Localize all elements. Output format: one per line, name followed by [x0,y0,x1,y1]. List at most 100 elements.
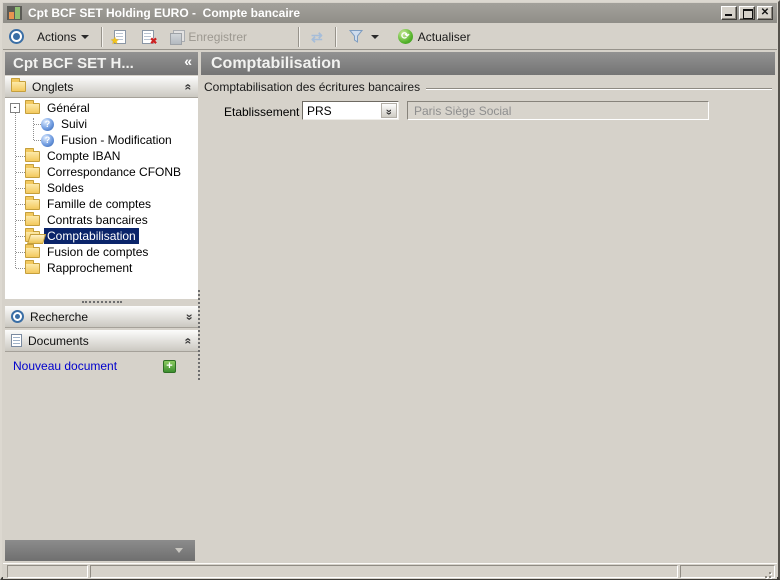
folder-icon [25,195,40,210]
tree-item-label: Fusion de comptes [47,245,149,259]
folder-icon [25,243,40,258]
tree-guide [16,220,25,221]
tree-item-label: Comptabilisation [44,228,139,244]
tree-item-label: Fusion - Modification [61,133,172,147]
expand-section-icon[interactable]: « [182,313,196,320]
main-header: Comptabilisation [201,52,775,75]
resize-grip[interactable] [769,572,771,574]
section-documents[interactable]: Documents « [5,330,198,352]
collapse-section-icon[interactable]: « [182,83,196,90]
tree-guide [16,204,25,205]
chevron-down-icon: « [383,108,395,116]
tree-guide [16,172,25,173]
app-icon [7,6,22,20]
tree-guide [16,268,25,269]
status-panel [680,565,775,578]
tree-guide [16,236,25,237]
sidebar-header: Cpt BCF SET H... « [5,52,198,75]
tree-guide [34,140,41,141]
status-panel [7,565,88,578]
window-title: Cpt BCF SET Holding EURO - Compte bancai… [28,6,301,20]
tree-item-correspondance-cfonb[interactable]: Correspondance CFONB [5,163,198,180]
tree-guide [16,156,25,157]
tree-item-label: Suivi [61,117,88,131]
tree-item-fusion-modification[interactable]: ? Fusion - Modification [5,132,198,148]
collapse-section-icon[interactable]: « [182,337,196,344]
tree-item-label: Compte IBAN [47,149,121,163]
app-window: Cpt BCF SET Holding EURO - Compte bancai… [0,0,780,580]
folder-icon [25,179,40,194]
add-document-icon[interactable]: + [163,359,176,373]
help-icon: ? [41,117,54,131]
filter-dropdown-icon[interactable] [370,34,379,39]
status-bar [3,563,777,579]
toolbar: Actions Enregistrer ⇄ ⟳ Actualiser [3,24,777,50]
etablissement-value: PRS [307,104,332,118]
tree-item-famille-de-comptes[interactable]: Famille de comptes [5,195,198,212]
filter-icon [348,30,363,43]
tree-item-label: Famille de comptes [47,197,152,211]
new-document-icon [110,29,127,47]
tree-item-label: Général [47,101,90,115]
tree-item-rapprochement[interactable]: Rapprochement [5,259,198,276]
actions-label: Actions [37,29,77,44]
folder-icon [25,163,40,178]
vertical-splitter-handle[interactable] [198,290,200,380]
minimize-icon[interactable] [721,6,737,20]
main-content: Comptabilisation des écritures bancaires… [201,76,775,557]
toolbar-separator [334,26,336,47]
save-icon [170,30,186,45]
tree-item-label: Correspondance CFONB [47,165,182,179]
section-onglets-label: Onglets [32,79,74,94]
refresh-label: Actualiser [417,29,471,44]
etablissement-description-field: Paris Siège Social [407,101,709,120]
documents-panel: Nouveau document + [5,357,198,375]
filter-button[interactable] [343,27,369,46]
refresh-button[interactable]: ⟳ Actualiser [393,27,476,46]
target-icon [9,29,24,44]
tree-item-suivi[interactable]: ? Suivi [5,116,198,132]
delete-button[interactable] [137,28,159,47]
folder-icon [25,147,40,162]
tree-collapse-icon[interactable]: - [10,103,20,113]
tree-item-comptabilisation[interactable]: Comptabilisation [5,227,198,244]
tree-item-compte-iban[interactable]: Compte IBAN [5,147,198,164]
etablissement-label: Etablissement : [224,105,307,119]
maximize-icon[interactable] [739,6,755,20]
tree-item-label: Contrats bancaires [47,213,148,227]
new-document-button[interactable] [109,28,131,47]
horizontal-splitter-handle[interactable] [82,301,122,303]
save-label: Enregistrer [188,29,248,44]
document-icon [11,334,22,347]
page-title: Comptabilisation [211,54,341,72]
collapse-sidebar-button[interactable]: « [184,53,192,69]
sidebar-footer-bar [5,540,195,561]
chevron-down-icon [81,34,90,39]
tree-item-fusion-de-comptes[interactable]: Fusion de comptes [5,243,198,260]
actions-button[interactable]: Actions [32,28,94,46]
close-icon[interactable] [757,6,773,20]
tree-item-label: Soldes [47,181,84,195]
section-recherche[interactable]: Recherche « [5,306,198,328]
toolbar-separator [101,26,103,47]
tree-item-soldes[interactable]: Soldes [5,179,198,196]
more-options-icon[interactable] [175,548,183,553]
tree-item-general[interactable]: - Général [5,99,198,116]
section-onglets[interactable]: Onglets « [5,76,198,98]
title-bar: Cpt BCF SET Holding EURO - Compte bancai… [3,3,777,23]
etablissement-select[interactable]: PRS « [302,101,399,120]
group-box-label: Comptabilisation des écritures bancaires [204,80,421,94]
toolbar-separator [298,26,300,47]
section-recherche-label: Recherche [30,309,89,324]
folder-icon [11,78,26,92]
search-target-icon [11,310,24,323]
section-documents-label: Documents [28,333,89,348]
combo-dropdown-button[interactable]: « [381,103,397,118]
status-panel [90,565,678,578]
folder-icon [25,211,40,226]
tree-item-contrats-bancaires[interactable]: Contrats bancaires [5,211,198,228]
sidebar-title: Cpt BCF SET H... [13,55,134,72]
new-document-link[interactable]: Nouveau document [13,359,163,373]
folder-icon [25,99,40,114]
open-folder-icon [25,227,40,242]
